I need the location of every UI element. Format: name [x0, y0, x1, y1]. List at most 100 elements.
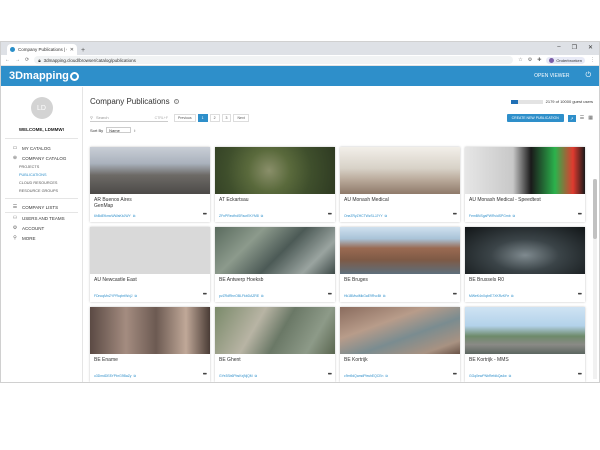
user-avatar[interactable]: LD — [30, 97, 53, 119]
publication-card[interactable]: BE Ghent GYe3Sb6PbsKxjNjQM ⧉ ••• — [215, 307, 335, 382]
pager-page-2[interactable]: 2 — [209, 114, 220, 122]
sidebar: LD WELCOME, LDMMW! ▭ MY CATALOG ⊕ COMPANY … — [1, 87, 83, 382]
publication-card[interactable]: AU Newcastle East FDnoqMnZYPFkqbrtWxjJ ⧉ … — [90, 227, 210, 302]
publication-card[interactable]: BE Ename o3DmdDE8YPbrG9BaZy ⧉ ••• — [90, 307, 210, 382]
power-icon[interactable]: ⏻ — [585, 72, 591, 80]
pager-page-1[interactable]: 1 — [197, 114, 208, 122]
card-id[interactable]: pvZRdRhnOBLFkbDAZRE ⧉ — [219, 294, 264, 298]
card-id[interactable]: FDnoqMnZYPFkqbrtWxjJ ⧉ — [94, 294, 137, 298]
card-menu-icon[interactable]: ••• — [328, 372, 332, 378]
create-publication-button[interactable]: CREATE NEW PUBLICATION — [506, 114, 564, 122]
sort-direction-icon[interactable]: ↕ — [134, 128, 136, 133]
card-menu-icon[interactable]: ••• — [578, 292, 582, 298]
list-view-icon[interactable]: ☰ — [580, 115, 584, 121]
puzzle-icon[interactable]: ✚ — [537, 57, 541, 63]
copy-icon[interactable]: ⧉ — [385, 214, 387, 218]
card-menu-icon[interactable]: ••• — [578, 372, 582, 378]
publication-card[interactable]: BE Bruges Hk1BMsdMkGaE9RvcBt ⧉ ••• — [340, 227, 460, 302]
card-id[interactable]: Hk1BMsdMkGaE9RvcBt ⧉ — [344, 294, 385, 298]
card-id[interactable]: MWeK4nXqbrE7XKRzKFe ⧉ — [469, 294, 514, 298]
scrollbar-thumb[interactable] — [593, 179, 597, 239]
card-id[interactable]: GGq0ewPNbRefdkQa4w ⧉ — [469, 374, 511, 378]
profile-chip[interactable]: Onderbroeken — [546, 56, 585, 64]
new-tab-icon[interactable]: + — [81, 47, 85, 54]
card-menu-icon[interactable]: ••• — [203, 292, 207, 298]
pager-next[interactable]: Next — [233, 114, 249, 122]
pager-page-3[interactable]: 3 — [221, 114, 232, 122]
card-id[interactable]: 6hBdEfkmcWWaKbJWY ⧉ — [94, 214, 135, 218]
grid-view-icon[interactable]: ▦ — [588, 115, 593, 121]
sidebar-item-my-catalog[interactable]: ▭ MY CATALOG — [12, 143, 82, 153]
pager-previous[interactable]: Previous — [174, 114, 196, 122]
card-menu-icon[interactable]: ••• — [453, 372, 457, 378]
copy-icon[interactable]: ⧉ — [511, 294, 513, 298]
sidebar-item-more[interactable]: ⚲ MORE — [12, 233, 82, 243]
publication-card[interactable]: BE Antwerp Hoeksb pvZRdRhnOBLFkbDAZRE ⧉ •… — [215, 227, 335, 302]
card-id[interactable]: GYe3Sb6PbsKxjNjQM ⧉ — [219, 374, 257, 378]
card-menu-icon[interactable]: ••• — [453, 212, 457, 218]
close-window-icon[interactable]: ✕ — [588, 44, 593, 51]
card-menu-icon[interactable]: ••• — [203, 212, 207, 218]
url-field[interactable]: 🔒︎ 3dmapping.cloud/browser/catalog/publi… — [34, 56, 514, 64]
publication-card[interactable]: BE Kortrijk c9m9dQamdPbwhEQCEn ⧉ ••• — [340, 307, 460, 382]
back-icon[interactable]: ← — [5, 57, 10, 63]
forward-icon[interactable]: → — [15, 57, 20, 63]
copy-icon[interactable]: ⧉ — [261, 294, 263, 298]
card-title: BE Kortrijk - MMS — [469, 357, 509, 363]
card-id[interactable]: o3DmdDE8YPbrG9BaZy ⧉ — [94, 374, 136, 378]
logo-ring-icon — [69, 71, 79, 81]
bookmark-star-icon[interactable]: ☆ — [518, 57, 522, 63]
reload-icon[interactable]: ⟳ — [25, 57, 29, 63]
card-menu-icon[interactable]: ••• — [578, 212, 582, 218]
external-link-icon[interactable]: ↗ — [567, 114, 576, 122]
publication-card[interactable]: BE Brussels R0 MWeK4nXqbrE7XKRzKFe ⧉ ••• — [465, 227, 585, 302]
sidebar-item-company-catalog[interactable]: ⊕ COMPANY CATALOG — [12, 153, 82, 163]
copy-icon[interactable]: ⧉ — [385, 374, 387, 378]
profile-name: Onderbroeken — [556, 57, 582, 63]
publication-card[interactable]: AT Eckartsau ZFnPRecfhdSRscrEKYM8 ⧉ ••• — [215, 147, 335, 222]
close-tab-icon[interactable]: ✕ — [70, 47, 74, 53]
sidebar-item-company-lists[interactable]: ☰ COMPANY LISTS — [12, 202, 82, 212]
card-title: BE Ename — [94, 357, 118, 363]
search-input[interactable]: ⚲ Search CTRL+F — [90, 114, 168, 122]
publication-card[interactable]: BE Kortrijk - MMS GGq0ewPNbRefdkQa4w ⧉ ••… — [465, 307, 585, 382]
card-menu-icon[interactable]: ••• — [328, 212, 332, 218]
card-id[interactable]: ZFnPRecfhdSRscrEKYM8 ⧉ — [219, 214, 263, 218]
sidebar-item-cloud-resources[interactable]: CLOUD RESOURCES — [1, 179, 82, 187]
copy-icon[interactable]: ⧉ — [383, 294, 385, 298]
sort-select[interactable]: Name — [106, 127, 131, 133]
publication-card[interactable]: AU Monash Medical OneZRyZHCTWzSLJJYY ⧉ ••… — [340, 147, 460, 222]
maximize-icon[interactable]: ❐ — [572, 44, 577, 51]
card-thumbnail — [215, 307, 335, 354]
sidebar-item-projects[interactable]: PROJECTS — [1, 163, 82, 171]
copy-icon[interactable]: ⧉ — [133, 214, 135, 218]
open-viewer-button[interactable]: OPEN VIEWER — [534, 73, 569, 79]
copy-icon[interactable]: ⧉ — [134, 294, 136, 298]
card-menu-icon[interactable]: ••• — [203, 372, 207, 378]
app-logo[interactable]: 3Dmapping — [9, 70, 79, 82]
menu-dots-icon[interactable]: ⋮ — [590, 57, 595, 63]
copy-icon[interactable]: ⧉ — [255, 374, 257, 378]
publication-card[interactable]: AU Monash Medical - Speedtest FemBNSgaPW… — [465, 147, 585, 222]
sidebar-item-account[interactable]: ⚙ ACCOUNT — [12, 223, 82, 233]
extension-icon[interactable]: ⚙ — [528, 57, 532, 63]
copy-icon[interactable]: ⧉ — [134, 374, 136, 378]
copy-icon[interactable]: ⧉ — [509, 374, 511, 378]
browser-tab[interactable]: Company Publications | Compa ✕ — [7, 44, 77, 55]
sort-label: Sort By — [90, 127, 104, 133]
search-placeholder: Search — [95, 115, 109, 120]
card-thumbnail — [215, 227, 335, 274]
card-id[interactable]: FemBNSgaPWRvidSPGmb ⧉ — [469, 214, 515, 218]
sidebar-item-publications[interactable]: PUBLICATIONS — [1, 171, 82, 179]
copy-icon[interactable]: ⧉ — [513, 214, 515, 218]
sidebar-item-resource-groups[interactable]: RESOURCE GROUPS — [1, 187, 82, 195]
copy-icon[interactable]: ⧉ — [261, 214, 263, 218]
card-id[interactable]: c9m9dQamdPbwhEQCEn ⧉ — [344, 374, 388, 378]
card-menu-icon[interactable]: ••• — [328, 292, 332, 298]
sidebar-item-users-and-teams[interactable]: ⚇ USERS AND TEAMS — [12, 213, 82, 223]
help-icon[interactable]: ? — [173, 99, 179, 104]
card-id[interactable]: OneZRyZHCTWzSLJJYY ⧉ — [344, 214, 387, 218]
minimize-icon[interactable]: – — [557, 44, 560, 51]
publication-card[interactable]: AR Buenos Aires GenMap 6hBdEfkmcWWaKbJWY… — [90, 147, 210, 222]
card-menu-icon[interactable]: ••• — [453, 292, 457, 298]
